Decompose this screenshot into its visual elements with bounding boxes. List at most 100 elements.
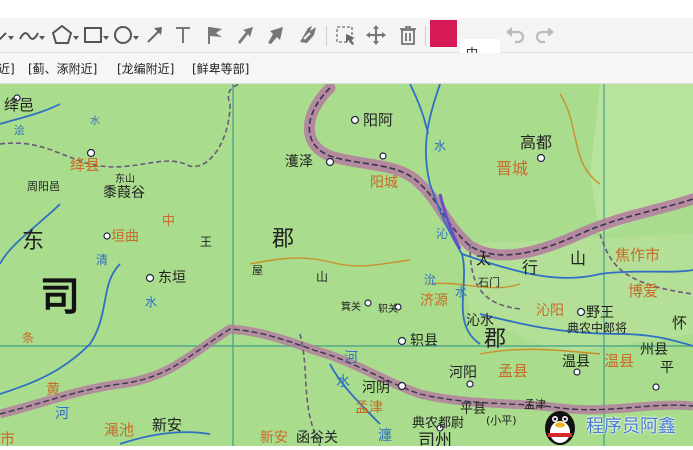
mountain-label: 太 xyxy=(476,250,491,268)
county-label: 新安 xyxy=(260,430,288,446)
commandery-label: 东 xyxy=(22,229,44,254)
wide-arrow-icon xyxy=(268,27,283,44)
historical-map[interactable]: 绛邑 阳阿 高都 水 水 绛县 濩泽 阳城 晋城 周阳邑 东山 黍葭谷 东 中 … xyxy=(0,84,693,446)
commandery-label: 郡 xyxy=(272,227,294,252)
mountain-label: 屋 xyxy=(252,264,263,277)
color-swatch[interactable] xyxy=(430,20,457,47)
river-label: 水 xyxy=(434,139,446,153)
province-label: 司州 xyxy=(418,431,452,446)
move-icon xyxy=(366,25,386,45)
region-tab[interactable]: [蓟、涿附近] xyxy=(28,60,97,77)
place-label: (小平) xyxy=(486,414,517,427)
county-label: 阳城 xyxy=(370,175,398,191)
watermark: 程序员阿鑫 xyxy=(540,404,693,446)
arrow-tool-button[interactable] xyxy=(144,23,166,47)
redo-button[interactable] xyxy=(533,23,557,47)
mountain-label: 行 xyxy=(522,258,538,277)
county-label: 孟津 xyxy=(355,400,383,416)
rectangle-tool-button[interactable] xyxy=(82,23,110,47)
place-label: 黍葭谷 xyxy=(103,185,145,201)
river-label: 清 xyxy=(96,253,108,267)
county-label: 绛县 xyxy=(70,156,100,174)
mountain-label: 山 xyxy=(316,270,328,284)
circle-tool-button[interactable] xyxy=(112,23,140,47)
drawing-toolbar: 中 xyxy=(0,18,693,64)
place-label: 怀 xyxy=(672,314,687,332)
watermark-text: 程序员阿鑫 xyxy=(586,416,676,437)
text-tool-button[interactable] xyxy=(172,23,194,47)
place-label: 典农都尉 xyxy=(412,416,464,431)
penguin-icon xyxy=(545,411,575,445)
delete-tool-button[interactable] xyxy=(396,23,420,47)
commandery-label: 郡 xyxy=(484,327,506,352)
polyline-tool-button[interactable] xyxy=(0,23,14,47)
top-strip xyxy=(0,0,693,18)
place-label: 濩泽 xyxy=(285,154,313,170)
river-label: 河 xyxy=(344,350,358,366)
mountain-label: 王 xyxy=(200,235,212,249)
county-label: 垣曲 xyxy=(111,229,139,245)
place-label: 轵县 xyxy=(410,333,438,349)
place-label: 州县 xyxy=(640,342,668,358)
text-icon xyxy=(176,27,190,43)
city-label: 焦作市 xyxy=(615,246,660,264)
place-label: 阳阿 xyxy=(363,111,393,129)
polygon-tool-button[interactable] xyxy=(50,23,80,47)
bold-arrow-tool-button[interactable] xyxy=(234,23,256,47)
place-label: 高都 xyxy=(520,133,552,152)
circle-icon xyxy=(114,26,139,44)
river-label: 沁 xyxy=(436,227,448,241)
mountain-label: 中 xyxy=(162,214,175,229)
curve-icon xyxy=(19,32,45,40)
river-label: 沇 xyxy=(424,273,436,287)
trash-icon xyxy=(400,26,416,45)
river-label: 浍 xyxy=(14,123,25,137)
county-label: 济源 xyxy=(420,293,448,309)
toolbar-separator xyxy=(326,26,327,46)
place-label: 石门 xyxy=(478,275,500,289)
double-arrow-tool-button[interactable] xyxy=(296,23,322,47)
river-label: 水 xyxy=(336,374,350,390)
river-label: 水 xyxy=(145,295,157,309)
pass-label: 函谷关 xyxy=(296,430,338,446)
river-label: 黄 xyxy=(46,381,60,398)
mountain-label: 条 xyxy=(22,331,34,345)
river-label: 河 xyxy=(55,406,69,422)
place-label: 沁水 xyxy=(466,313,494,329)
place-label: 河阳 xyxy=(449,365,477,381)
undo-button[interactable] xyxy=(503,23,527,47)
place-label: 河阴 xyxy=(362,380,390,396)
county-label: 渑池 xyxy=(104,421,134,439)
arrow-icon xyxy=(147,27,162,43)
flag-tool-button[interactable] xyxy=(204,23,226,47)
rectangle-icon xyxy=(84,27,109,43)
region-tab[interactable]: 近] xyxy=(0,60,15,77)
county-label: 沁阳 xyxy=(536,303,564,319)
city-label: 市 xyxy=(0,430,15,446)
place-label: 周阳邑 xyxy=(27,180,60,193)
place-label: 野王 xyxy=(586,305,614,321)
region-tab[interactable]: [鲜卑等部] xyxy=(192,60,249,77)
place-label: 典农中郎将 xyxy=(567,320,627,335)
province-label: 司 xyxy=(40,274,80,320)
bold-arrow-icon xyxy=(238,27,253,44)
place-label: 东山 xyxy=(115,172,135,185)
select-tool-button[interactable] xyxy=(334,23,358,47)
wide-arrow-tool-button[interactable] xyxy=(264,23,288,47)
river-label: 水 xyxy=(90,115,100,127)
county-label: 晋城 xyxy=(496,159,528,178)
place-label: 平 xyxy=(660,360,674,376)
county-label: 孟县 xyxy=(498,362,528,380)
polyline-icon xyxy=(0,32,14,41)
place-label: 绛邑 xyxy=(4,96,34,114)
region-tab[interactable]: [龙编附近] xyxy=(117,60,174,77)
polygon-icon xyxy=(51,24,79,44)
place-label: 东垣 xyxy=(158,270,186,286)
double-arrow-icon xyxy=(300,26,316,43)
mountain-label: 山 xyxy=(570,249,586,268)
place-label: 新安 xyxy=(152,416,182,434)
move-tool-button[interactable] xyxy=(364,23,388,47)
place-label: 平县 xyxy=(460,402,486,417)
toolbar-separator xyxy=(425,26,426,46)
curve-tool-button[interactable] xyxy=(18,23,46,47)
